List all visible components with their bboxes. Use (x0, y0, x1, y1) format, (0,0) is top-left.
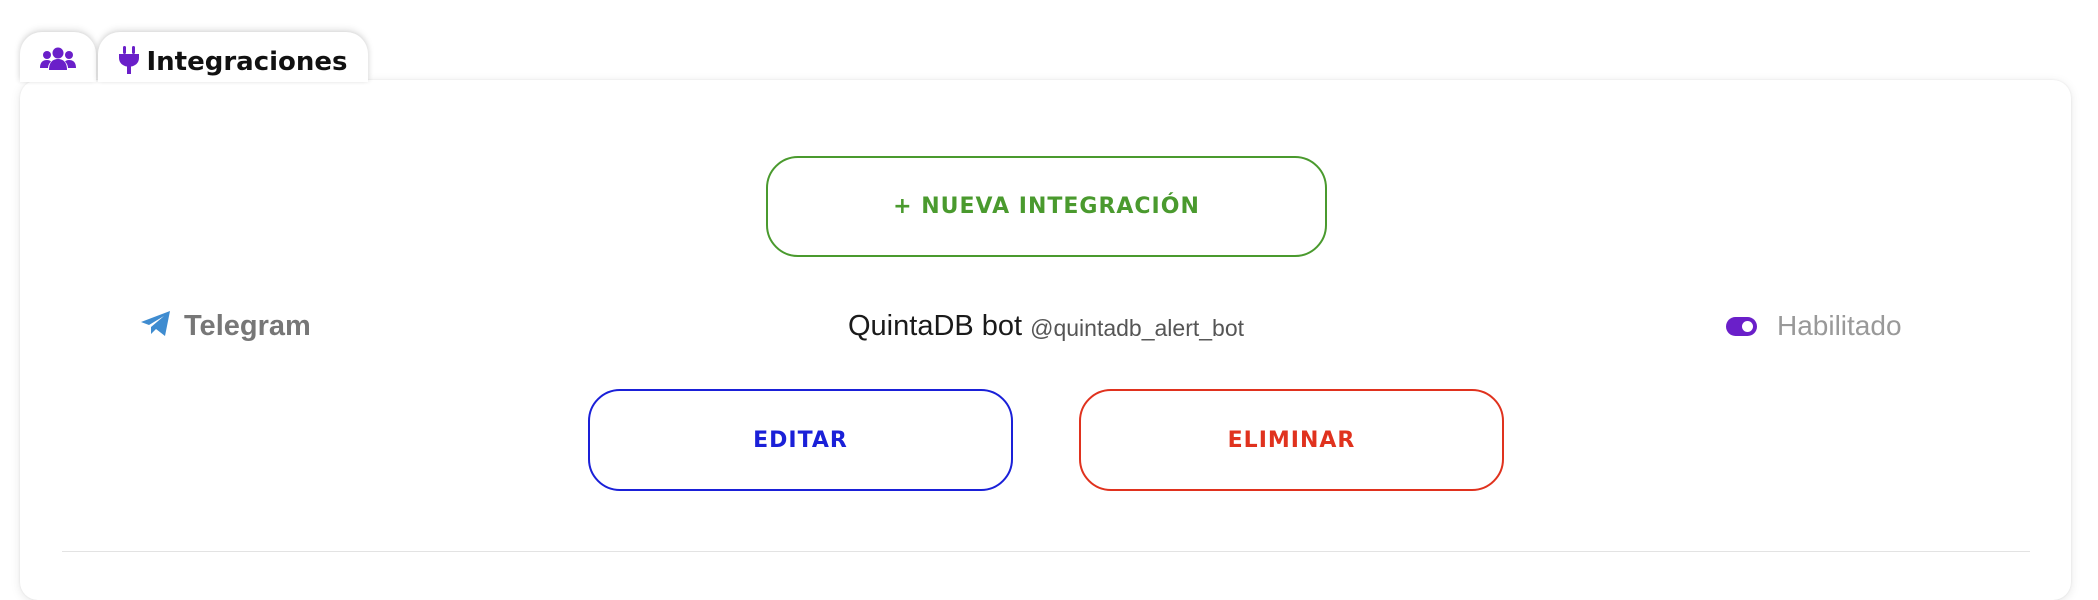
tab-integrations[interactable]: Integraciones (98, 32, 368, 82)
tab-integrations-label: Integraciones (146, 47, 348, 77)
tab-bar: Integraciones (20, 30, 368, 82)
status-label: Habilitado (1777, 310, 1902, 341)
bot-name: QuintaDB bot (848, 309, 1023, 342)
edit-button[interactable]: EDITAR (588, 389, 1013, 491)
bot-info: QuintaDB bot @quintadb_alert_bot (848, 296, 1244, 356)
integration-provider: Telegram (140, 296, 311, 356)
delete-button[interactable]: ELIMINAR (1079, 389, 1504, 491)
row-divider (62, 551, 2030, 552)
toggle-knob (1742, 320, 1753, 332)
plug-icon (118, 45, 140, 80)
integration-status: Habilitado (1726, 296, 1902, 356)
users-icon (40, 46, 76, 77)
provider-name: Telegram (184, 309, 311, 342)
integration-row: Telegram QuintaDB bot @quintadb_alert_bo… (20, 296, 2071, 356)
tab-users[interactable] (20, 32, 96, 82)
new-integration-button[interactable]: + NUEVA INTEGRACIÓN (766, 156, 1327, 257)
telegram-icon (140, 310, 172, 343)
enabled-toggle[interactable] (1726, 316, 1757, 336)
bot-handle: @quintadb_alert_bot (1030, 314, 1245, 341)
integrations-panel: + NUEVA INTEGRACIÓN Telegram QuintaDB bo… (20, 80, 2071, 600)
